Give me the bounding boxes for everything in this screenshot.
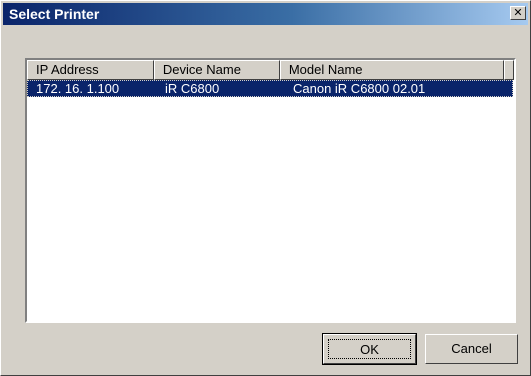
ok-button[interactable]: OK: [322, 333, 417, 365]
list-header: IP Address Device Name Model Name: [27, 60, 514, 80]
select-printer-dialog: Select Printer ✕ IP Address Device Name …: [0, 0, 531, 376]
table-row[interactable]: 172. 16. 1.100 iR C6800 Canon iR C6800 0…: [27, 80, 513, 97]
title-bar[interactable]: Select Printer ✕: [3, 3, 528, 25]
close-icon: ✕: [513, 6, 523, 19]
column-header-filler: [504, 60, 514, 80]
column-header-device-name[interactable]: Device Name: [153, 60, 280, 80]
cell-model-name: Canon iR C6800 02.01: [293, 81, 426, 96]
column-header-ip-address[interactable]: IP Address: [27, 60, 154, 80]
close-button[interactable]: ✕: [510, 6, 526, 20]
printer-list[interactable]: IP Address Device Name Model Name 172. 1…: [25, 58, 516, 323]
window-title: Select Printer: [9, 6, 100, 22]
cell-device-name: iR C6800: [165, 81, 220, 96]
cell-ip-address: 172. 16. 1.100: [36, 81, 120, 96]
column-header-model-name[interactable]: Model Name: [279, 60, 504, 80]
cancel-button[interactable]: Cancel: [425, 334, 518, 364]
ok-label: OK: [328, 339, 411, 359]
